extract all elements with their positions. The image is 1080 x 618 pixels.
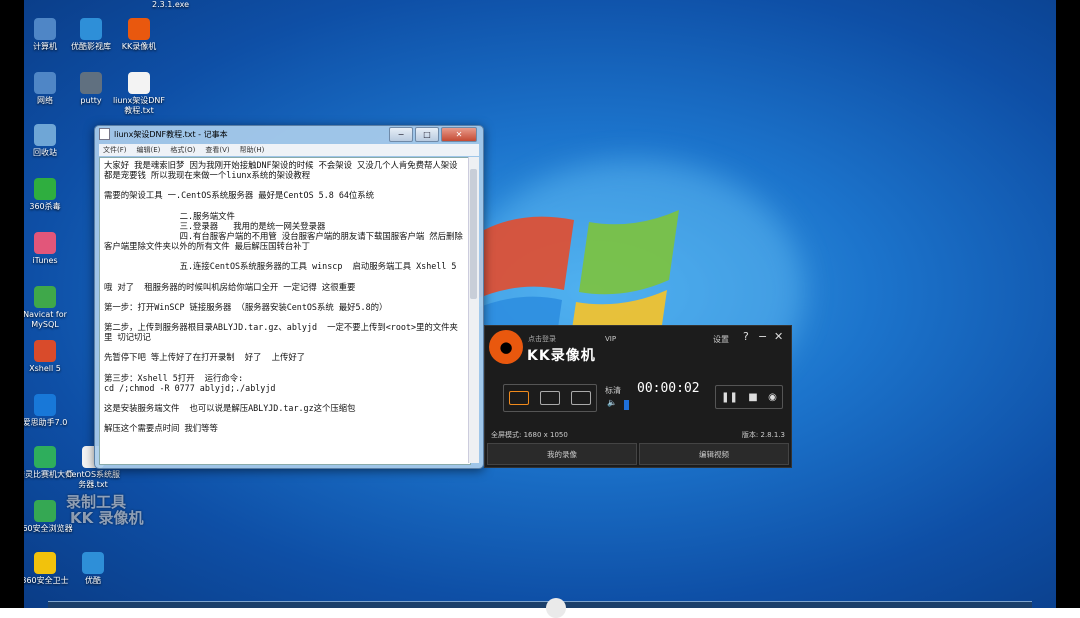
- game-mode-icon[interactable]: [570, 391, 591, 405]
- kk-recorder-window[interactable]: ● 点击登录 VIP KK录像机 设置 ? − ✕ 标清 🔈 00:00:02 …: [484, 325, 792, 468]
- network-icon: [34, 72, 56, 94]
- menu-item[interactable]: 查看(V): [205, 145, 229, 155]
- desktop-icon[interactable]: Xshell 5: [24, 340, 74, 374]
- navicat-icon: [34, 286, 56, 308]
- 360-antivirus-icon: [34, 178, 56, 200]
- desktop-icon-label: 回收站: [33, 148, 57, 157]
- taskbar[interactable]: [48, 601, 1032, 608]
- right-black-bar: [1056, 0, 1080, 608]
- record-controls: ❚❚ ■ ◉: [715, 385, 783, 409]
- vip-badge[interactable]: VIP: [605, 335, 616, 343]
- itunes-icon: [34, 232, 56, 254]
- desktop-top-filename: 2.3.1.exe: [152, 0, 190, 9]
- record-mode-selector: [503, 384, 597, 412]
- desktop-icon[interactable]: liunx架设DNF教程.txt: [110, 72, 168, 116]
- kk-minimize-button[interactable]: −: [758, 330, 767, 343]
- scrollbar-thumb[interactable]: [470, 169, 477, 299]
- settings-button[interactable]: 设置: [713, 334, 729, 345]
- left-black-bar: [0, 0, 24, 608]
- desktop-icon[interactable]: 优酷: [64, 552, 122, 586]
- notepad-paragraph: 五.连接CentOS系统服务器的工具 winscp 启动服务端工具 Xshell…: [104, 261, 457, 272]
- text-file-icon: [128, 72, 150, 94]
- desktop-icon[interactable]: KK录像机: [110, 18, 168, 52]
- region-mode-icon[interactable]: [539, 391, 560, 405]
- maximize-button[interactable]: □: [415, 127, 439, 142]
- notepad-paragraph: 三.登录器 我用的是统一网关登录器: [104, 220, 326, 231]
- stop-icon[interactable]: ■: [748, 392, 757, 403]
- camera-icon[interactable]: ◉: [768, 392, 777, 403]
- desktop-icon[interactable]: Navicat for MySQL: [24, 286, 74, 330]
- notepad-paragraph: 第一步：打开WinSCP 链接服务器 （服务器安装CentOS系统 最好5.8的…: [104, 301, 388, 312]
- menu-item[interactable]: 编辑(E): [137, 145, 161, 155]
- desktop-icon-label: 360杀毒: [29, 202, 61, 211]
- quality-label[interactable]: 标清: [605, 385, 621, 396]
- desktop-icon[interactable]: iTunes: [24, 232, 74, 266]
- watermark-line-2: KK 录像机: [70, 509, 144, 527]
- notepad-paragraph: 四.有台服客户端的不用管 没台服客户端的朋友请下载国服客户端 然后删除客户端里除…: [104, 231, 463, 252]
- edit-video-tab[interactable]: 编辑视频: [639, 443, 789, 465]
- desktop-icon[interactable]: 360杀毒: [24, 178, 74, 212]
- watermark: 录制工具 KK 录像机: [66, 494, 143, 526]
- notepad-paragraph: 哦 对了 租服务器的时候叫机房给你端口全开 一定记得 这很重要: [104, 281, 356, 292]
- computer-icon: [34, 18, 56, 40]
- menu-item[interactable]: 帮助(H): [240, 145, 265, 155]
- 360-browser-icon: [34, 500, 56, 522]
- desktop-icon[interactable]: 爱思助手7.0: [24, 394, 74, 428]
- notepad-paragraph: 大家好 我是魂索旧梦 因为我刚开始接触DNF架设的时候 不会架设 又没几个人肯免…: [104, 160, 463, 181]
- desktop: 2.3.1.exe 计算机 优酷影视库 KK录像机 网络 putty liunx架设DNF…: [24, 0, 1056, 608]
- game-icon: [34, 446, 56, 468]
- minimize-button[interactable]: −: [389, 127, 413, 142]
- notepad-paragraph: 这是安装服务端文件 也可以说是解压ABLYJD.tar.gz这个压缩包: [104, 403, 356, 414]
- notepad-menubar: 文件(F) 编辑(E) 格式(O) 查看(V) 帮助(H): [99, 144, 479, 156]
- desktop-icon-label: KK录像机: [121, 42, 157, 51]
- notepad-paragraph: 第三步：Xshell 5打开 运行命令: cd /;chmod -R 0777 …: [104, 372, 276, 393]
- watermark-line-1: 录制工具: [66, 493, 127, 511]
- youku-icon: [82, 552, 104, 574]
- notepad-window[interactable]: liunx架设DNF教程.txt - 记事本 − □ ✕ 文件(F) 编辑(E) 格…: [94, 125, 484, 469]
- menu-item[interactable]: 文件(F): [103, 145, 127, 155]
- video-play-indicator-icon[interactable]: [546, 598, 566, 618]
- record-timer: 00:00:02: [637, 381, 700, 396]
- kk-logo-icon: ●: [489, 330, 523, 364]
- menu-item[interactable]: 格式(O): [170, 145, 195, 155]
- xshell-icon: [34, 340, 56, 362]
- notepad-icon: [99, 128, 110, 140]
- desktop-icon-label: 优酷: [85, 576, 101, 585]
- volume-level-bar[interactable]: [624, 400, 629, 410]
- notepad-paragraph: 需要的架设工具 一.CentOS系统服务器 最好是CentOS 5.8 64位系…: [104, 190, 375, 201]
- pause-icon[interactable]: ❚❚: [721, 392, 738, 403]
- notepad-title: liunx架设DNF教程.txt - 记事本: [114, 129, 228, 139]
- youku-icon: [80, 18, 102, 40]
- notepad-text-area[interactable]: 大家好 我是魂索旧梦 因为我刚开始接触DNF架设的时候 不会架设 又没几个人肯免…: [99, 157, 471, 465]
- desktop-icon-label: 爱思助手7.0: [24, 418, 68, 427]
- notepad-paragraph: 解压这个需要点时间 我们等等: [104, 423, 218, 434]
- putty-icon: [80, 72, 102, 94]
- fullscreen-mode-label: 全屏模式: 1680 x 1050: [491, 431, 568, 439]
- volume-icon[interactable]: 🔈: [607, 398, 617, 407]
- desktop-icon-label: liunx架设DNF教程.txt: [112, 96, 166, 115]
- kk-recorder-icon: [128, 18, 150, 40]
- i4-icon: [34, 394, 56, 416]
- kk-brand-title: KK录像机: [527, 348, 596, 364]
- desktop-icon-label: iTunes: [32, 256, 58, 265]
- screen-mode-icon[interactable]: [509, 391, 530, 405]
- my-recordings-tab[interactable]: 我的录像: [487, 443, 637, 465]
- version-label: 版本: 2.8.1.3: [741, 431, 785, 439]
- desktop-icon-label: Xshell 5: [29, 364, 61, 373]
- login-link[interactable]: 点击登录: [528, 334, 556, 344]
- desktop-icon[interactable]: 回收站: [24, 124, 74, 158]
- 360-guard-icon: [34, 552, 56, 574]
- notepad-scrollbar[interactable]: [468, 157, 479, 463]
- desktop-icon-label: Navicat for MySQL: [24, 310, 67, 329]
- help-button[interactable]: ?: [743, 330, 749, 343]
- notepad-paragraph: 第二步，上传到服务器根目录ABLYJD.tar.gz、ablyjd 一定不要上传…: [104, 322, 458, 343]
- notepad-paragraph: 二.服务端文件: [104, 210, 235, 221]
- recycle-bin-icon: [34, 124, 56, 146]
- kk-close-button[interactable]: ✕: [774, 330, 783, 343]
- desktop-icon-label: CentOS系统服务器.txt: [65, 470, 121, 489]
- notepad-paragraph: 先暂停下吧 等上传好了在打开录制 好了 上传好了: [104, 352, 306, 363]
- close-button[interactable]: ✕: [441, 127, 477, 142]
